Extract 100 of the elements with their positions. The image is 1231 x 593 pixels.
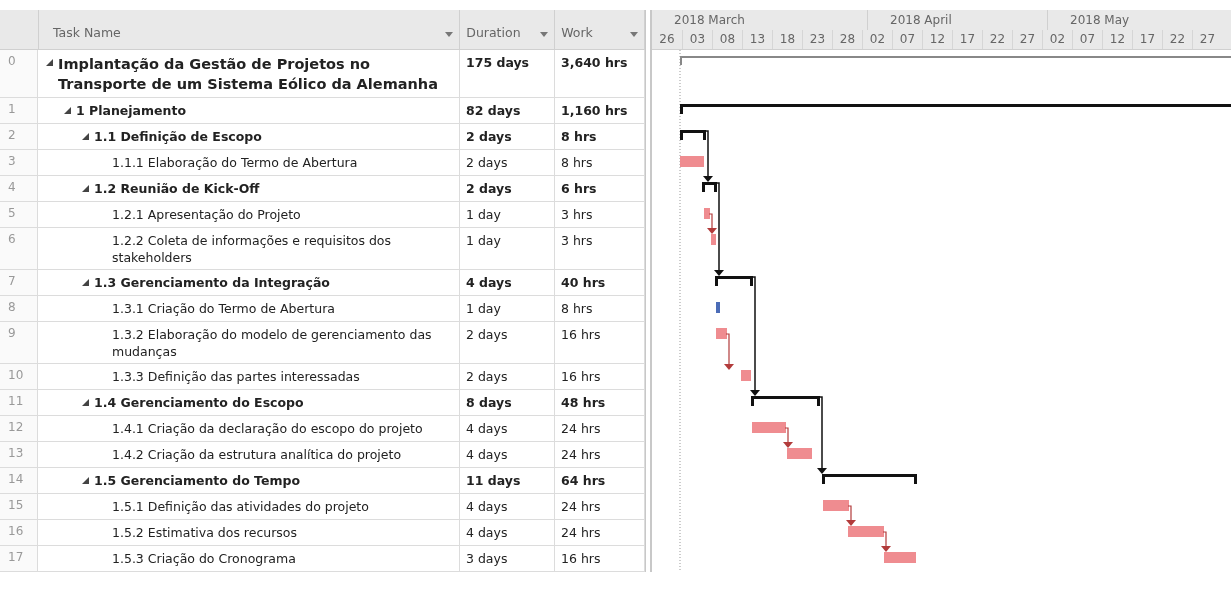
duration-cell: 1 day: [460, 202, 555, 227]
link-arrow: [724, 333, 734, 370]
task-name: 1.1.1 Elaboração do Termo de Abertura: [112, 154, 359, 171]
column-header[interactable]: Task Name: [38, 10, 461, 49]
task-bar[interactable]: [711, 234, 716, 245]
summary-bar: [751, 396, 820, 406]
day-label: 17: [952, 30, 982, 49]
task-bar[interactable]: [848, 526, 884, 537]
task-name: 1.2.1 Apresentação do Projeto: [112, 206, 302, 223]
row-number: 12: [0, 416, 38, 441]
duration-cell: 2 days: [460, 176, 555, 201]
duration-cell: 4 days: [460, 442, 555, 467]
task-name: 1.3.2 Elaboração do modelo de gerenciamento das mudanças: [112, 326, 433, 360]
day-label: 23: [802, 30, 832, 49]
row-number: 6: [0, 228, 38, 269]
month-label: 2018 April: [867, 10, 1047, 30]
day-label: 27: [1192, 30, 1222, 49]
duration-cell: 1 day: [460, 296, 555, 321]
task-bar[interactable]: [752, 422, 786, 433]
duration-cell: 82 days: [460, 98, 555, 123]
task-name: 1.4.2 Criação da estrutura analítica do projeto: [112, 446, 403, 463]
row-number: 2: [0, 124, 38, 149]
duration-cell: 2 days: [460, 364, 555, 389]
duration-cell: 2 days: [460, 150, 555, 175]
task-bar[interactable]: [680, 156, 704, 167]
day-label: 07: [892, 30, 922, 49]
task-name: 1.5.3 Criação do Cronograma: [112, 550, 297, 567]
collapse-icon[interactable]: [82, 279, 89, 286]
row-number: 17: [0, 546, 38, 571]
collapse-icon[interactable]: [82, 399, 89, 406]
task-bar[interactable]: [741, 370, 751, 381]
duration-cell: 4 days: [460, 520, 555, 545]
collapse-icon[interactable]: [82, 133, 89, 140]
day-label: 28: [832, 30, 862, 49]
dropdown-arrow-icon[interactable]: [540, 32, 549, 37]
dropdown-arrow-icon[interactable]: [630, 32, 638, 37]
task-bar[interactable]: [716, 302, 720, 313]
month-label: 2018 March: [673, 12, 746, 29]
column-header[interactable]: Duration: [460, 10, 556, 49]
collapse-icon[interactable]: [46, 59, 53, 66]
day-label: 17: [1132, 30, 1162, 49]
day-label: 22: [982, 30, 1012, 49]
day-label: 02: [862, 30, 892, 49]
task-bar[interactable]: [787, 448, 812, 459]
row-number: 10: [0, 364, 38, 389]
row-number: 3: [0, 150, 38, 175]
row-number: 1: [0, 98, 38, 123]
day-label: 26: [658, 31, 676, 48]
collapse-icon[interactable]: [82, 185, 89, 192]
task-name: 1.5 Gerenciamento do Tempo: [94, 472, 301, 489]
duration-cell: 11 days: [460, 468, 555, 493]
duration-cell: 1 day: [460, 228, 555, 269]
duration-cell: 2 days: [460, 124, 555, 149]
row-number: 13: [0, 442, 38, 467]
task-bar[interactable]: [823, 500, 849, 511]
link-arrow: [783, 427, 793, 448]
task-bar[interactable]: [884, 552, 916, 563]
row-number: 4: [0, 176, 38, 201]
day-label: 12: [1102, 30, 1132, 49]
day-label: 12: [922, 30, 952, 49]
task-name: 1.2 Reunião de Kick-Off: [94, 180, 261, 197]
day-label: 27: [1012, 30, 1042, 49]
task-bar[interactable]: [716, 328, 727, 339]
summary-bar: [715, 276, 753, 286]
task-name: 1.3 Gerenciamento da Integração: [94, 274, 331, 291]
task-bar[interactable]: [704, 208, 710, 219]
summary-bar: [702, 182, 717, 192]
task-name: 1.3.3 Definição das partes interessadas: [112, 368, 361, 385]
row-number: 9: [0, 322, 38, 363]
row-number: 16: [0, 520, 38, 545]
collapse-icon[interactable]: [82, 477, 89, 484]
row-number: 5: [0, 202, 38, 227]
row-number: 7: [0, 270, 38, 295]
task-name: 1.5.1 Definição das atividades do projeto: [112, 498, 370, 515]
duration-cell: 2 days: [460, 322, 555, 363]
duration-cell: 3 days: [460, 546, 555, 571]
dropdown-arrow-icon[interactable]: [445, 32, 454, 37]
summary-bar: [680, 130, 706, 140]
day-label: 22: [1162, 30, 1192, 49]
day-label: 18: [772, 30, 802, 49]
duration-cell: 175 days: [460, 50, 555, 97]
task-name: 1.4 Gerenciamento do Escopo: [94, 394, 305, 411]
day-label: 02: [1042, 30, 1072, 49]
link-arrow: [846, 505, 856, 526]
day-label: 13: [742, 30, 772, 49]
row-number: 0: [0, 50, 38, 97]
collapse-icon[interactable]: [64, 107, 71, 114]
task-name: 1.1 Definição de Escopo: [94, 128, 263, 145]
day-label: 07: [1072, 30, 1102, 49]
task-name: Implantação da Gestão de Projetos no Transporte de um Sistema Eólico da Alemanha: [58, 55, 439, 94]
month-label: 2018 May: [1047, 10, 1231, 30]
day-label: 03: [682, 30, 712, 49]
duration-cell: 8 days: [460, 390, 555, 415]
row-number: 15: [0, 494, 38, 519]
row-number: 11: [0, 390, 38, 415]
task-name: 1 Planejamento: [76, 102, 187, 119]
task-name: 1.4.1 Criação da declaração do escopo do projeto: [112, 420, 424, 437]
duration-cell: 4 days: [460, 416, 555, 441]
row-number: 14: [0, 468, 38, 493]
link-arrow: [881, 531, 891, 552]
